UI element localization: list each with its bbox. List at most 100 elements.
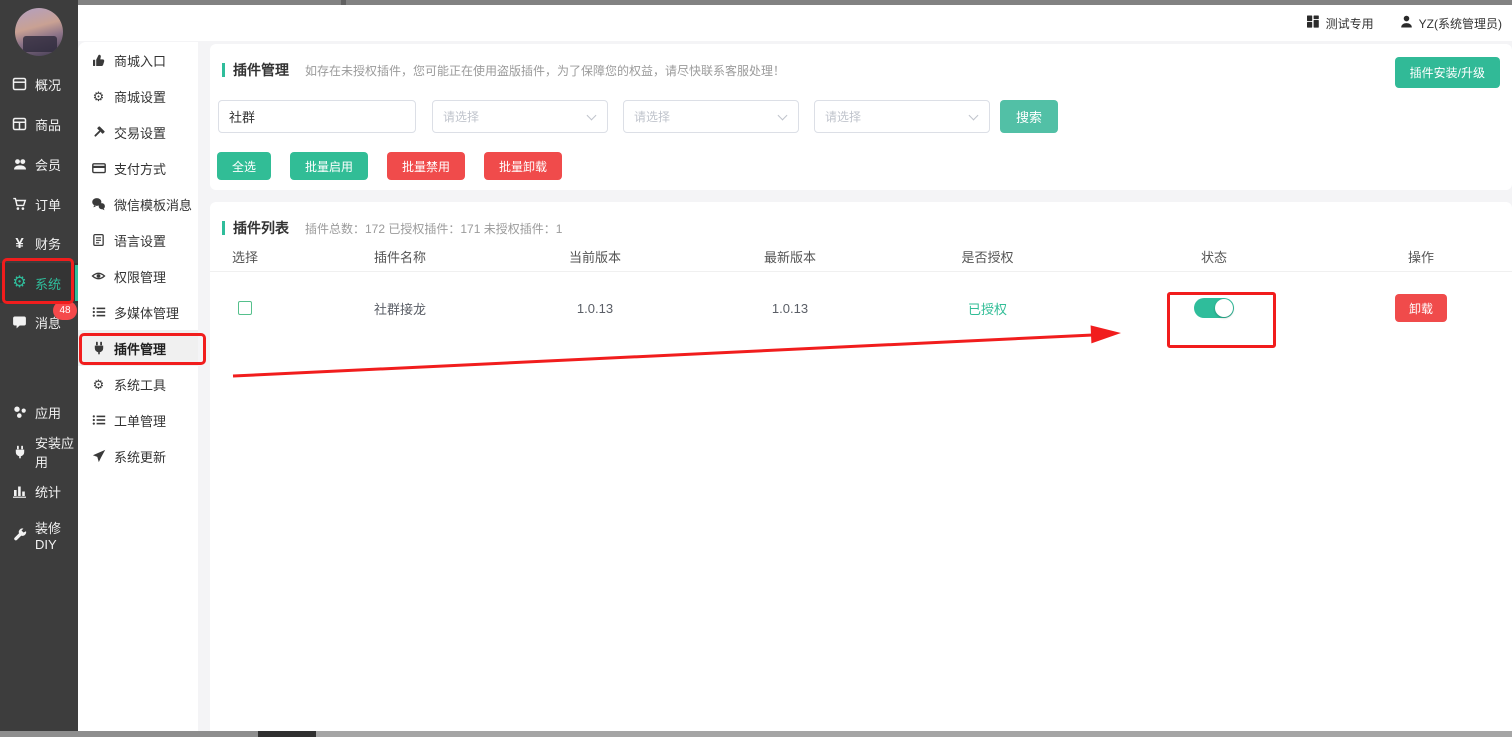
thumb-icon <box>91 53 106 67</box>
sidebar-item-label: 订单 <box>35 195 61 214</box>
latest-version: 1.0.13 <box>670 301 910 316</box>
submenu-item-media-manage[interactable]: 多媒体管理 <box>78 294 198 330</box>
select-placeholder: 请选择 <box>825 108 861 125</box>
goods-icon <box>11 117 28 132</box>
sidebar-item-finance[interactable]: ¥ 财务 <box>0 223 78 263</box>
submenu-item-label: 系统工具 <box>114 375 166 394</box>
sidebar-item-members[interactable]: 会员 <box>0 144 78 184</box>
submenu-item-system-tools[interactable]: ⚙ 系统工具 <box>78 366 198 402</box>
plugin-name: 社群接龙 <box>280 299 520 318</box>
admin-page: 概况 商品 会员 订单 ¥ 财务 ⚙ 系统 消息 应用 <box>0 0 1512 737</box>
submenu-item-mall-entry[interactable]: 商城入口 <box>78 42 198 78</box>
workspace-switcher[interactable]: 测试专用 <box>1307 15 1374 32</box>
sidebar-item-system[interactable]: ⚙ 系统 <box>0 263 78 303</box>
sidebar-item-label: 装修DIY <box>35 518 78 552</box>
submenu-item-label: 多媒体管理 <box>114 303 179 322</box>
toggle-knob <box>1215 299 1233 317</box>
bulk-disable-button[interactable]: 批量禁用 <box>387 152 465 180</box>
sidebar-item-label: 统计 <box>35 482 61 501</box>
filter-select-2[interactable]: 请选择 <box>623 100 799 133</box>
sidebar-item-statistics[interactable]: 统计 <box>0 471 78 511</box>
message-count-badge: 48 <box>53 301 77 320</box>
submenu-item-trade-settings[interactable]: 交易设置 <box>78 114 198 150</box>
plugin-manage-card: 插件管理 如存在未授权插件，您可能正在使用盗版插件，为了保障您的权益，请尽快联系… <box>210 44 1512 190</box>
chevron-down-icon <box>969 111 979 121</box>
submenu-item-label: 商城设置 <box>114 87 166 106</box>
unauthorized-warning-text: 如存在未授权插件，您可能正在使用盗版插件，为了保障您的权益，请尽快联系客服处理！ <box>305 62 785 79</box>
sidebar-item-orders[interactable]: 订单 <box>0 184 78 224</box>
uninstall-button[interactable]: 卸载 <box>1395 294 1447 322</box>
plugin-manage-title-row: 插件管理 如存在未授权插件，您可能正在使用盗版插件，为了保障您的权益，请尽快联系… <box>222 60 785 80</box>
user-menu[interactable]: YZ(系统管理员) <box>1400 15 1502 32</box>
authorized-status: 已授权 <box>910 299 1065 318</box>
user-icon <box>1400 15 1413 31</box>
topbar: 测试专用 YZ(系统管理员) <box>78 5 1512 41</box>
plugin-search-input[interactable] <box>218 100 416 133</box>
cart-icon <box>11 197 28 212</box>
sidebar-item-apps[interactable]: 应用 <box>0 392 78 432</box>
table-row: 社群接龙 1.0.13 1.0.13 已授权 卸载 <box>210 274 1512 342</box>
bank-card-icon <box>91 161 106 175</box>
title-accent-bar <box>222 63 225 77</box>
gear-icon: ⚙ <box>91 377 106 391</box>
chevron-down-icon <box>778 111 788 121</box>
page-title: 插件管理 <box>233 60 289 80</box>
submenu-item-label: 商城入口 <box>114 51 166 70</box>
select-placeholder: 请选择 <box>634 108 670 125</box>
primary-sidebar: 概况 商品 会员 订单 ¥ 财务 ⚙ 系统 消息 应用 <box>0 0 78 737</box>
eye-icon <box>91 269 106 283</box>
sidebar-item-goods[interactable]: 商品 <box>0 104 78 144</box>
bulk-uninstall-button[interactable]: 批量卸载 <box>484 152 562 180</box>
bar-chart-icon <box>11 484 28 499</box>
submenu-item-label: 支付方式 <box>114 159 166 178</box>
submenu-item-label: 权限管理 <box>114 267 166 286</box>
yen-icon: ¥ <box>11 236 28 251</box>
sidebar-item-label: 概况 <box>35 75 61 94</box>
filter-select-1[interactable]: 请选择 <box>432 100 608 133</box>
members-icon <box>11 157 28 172</box>
submenu-item-label: 系统更新 <box>114 447 166 466</box>
col-select: 选择 <box>210 247 280 266</box>
user-label: YZ(系统管理员) <box>1419 15 1502 32</box>
sidebar-item-decorate-diy[interactable]: 装修DIY <box>0 515 78 555</box>
col-status: 状态 <box>1065 247 1363 266</box>
sidebar-item-label: 安装应用 <box>35 433 78 471</box>
select-all-button[interactable]: 全选 <box>217 152 271 180</box>
submenu-item-permission-manage[interactable]: 权限管理 <box>78 258 198 294</box>
col-plugin-name: 插件名称 <box>280 247 520 266</box>
list-title: 插件列表 <box>233 218 289 238</box>
col-current-version: 当前版本 <box>520 247 670 266</box>
wrench-icon <box>11 528 28 543</box>
sidebar-item-overview[interactable]: 概况 <box>0 64 78 104</box>
submenu-item-payment-methods[interactable]: 支付方式 <box>78 150 198 186</box>
apps-icon <box>11 405 28 420</box>
current-version: 1.0.13 <box>520 301 670 316</box>
row-checkbox[interactable] <box>238 301 252 315</box>
submenu-item-workorder-manage[interactable]: 工单管理 <box>78 402 198 438</box>
submenu-item-system-update[interactable]: 系统更新 <box>78 438 198 474</box>
browser-top-edge <box>78 0 1512 5</box>
grid-icon <box>1307 15 1320 31</box>
search-button[interactable]: 搜索 <box>1000 100 1058 133</box>
filter-select-3[interactable]: 请选择 <box>814 100 990 133</box>
submenu-item-language-settings[interactable]: 语言设置 <box>78 222 198 258</box>
workspace-label: 测试专用 <box>1326 15 1374 32</box>
sidebar-item-label: 应用 <box>35 403 61 422</box>
plugin-install-upgrade-button[interactable]: 插件安装/升级 <box>1395 57 1500 88</box>
hammer-icon <box>91 125 106 139</box>
submenu-item-mall-settings[interactable]: ⚙ 商城设置 <box>78 78 198 114</box>
title-accent-bar <box>222 221 225 235</box>
submenu-item-wechat-template[interactable]: 微信模板消息 <box>78 186 198 222</box>
gear-icon: ⚙ <box>91 89 106 103</box>
sidebar-item-label: 系统 <box>35 274 61 293</box>
avatar[interactable] <box>15 8 63 56</box>
plugin-count-stats: 插件总数：172 已授权插件：171 未授权插件：1 <box>305 220 562 237</box>
sidebar-item-install-app[interactable]: 安装应用 <box>0 432 78 472</box>
status-toggle[interactable] <box>1194 298 1234 318</box>
plugin-list-card: 插件列表 插件总数：172 已授权插件：171 未授权插件：1 选择 插件名称 … <box>210 202 1512 732</box>
submenu-item-label: 交易设置 <box>114 123 166 142</box>
chevron-down-icon <box>587 111 597 121</box>
submenu-item-plugin-manage[interactable]: 插件管理 <box>78 330 198 366</box>
bulk-enable-button[interactable]: 批量启用 <box>290 152 368 180</box>
overview-icon <box>11 77 28 92</box>
